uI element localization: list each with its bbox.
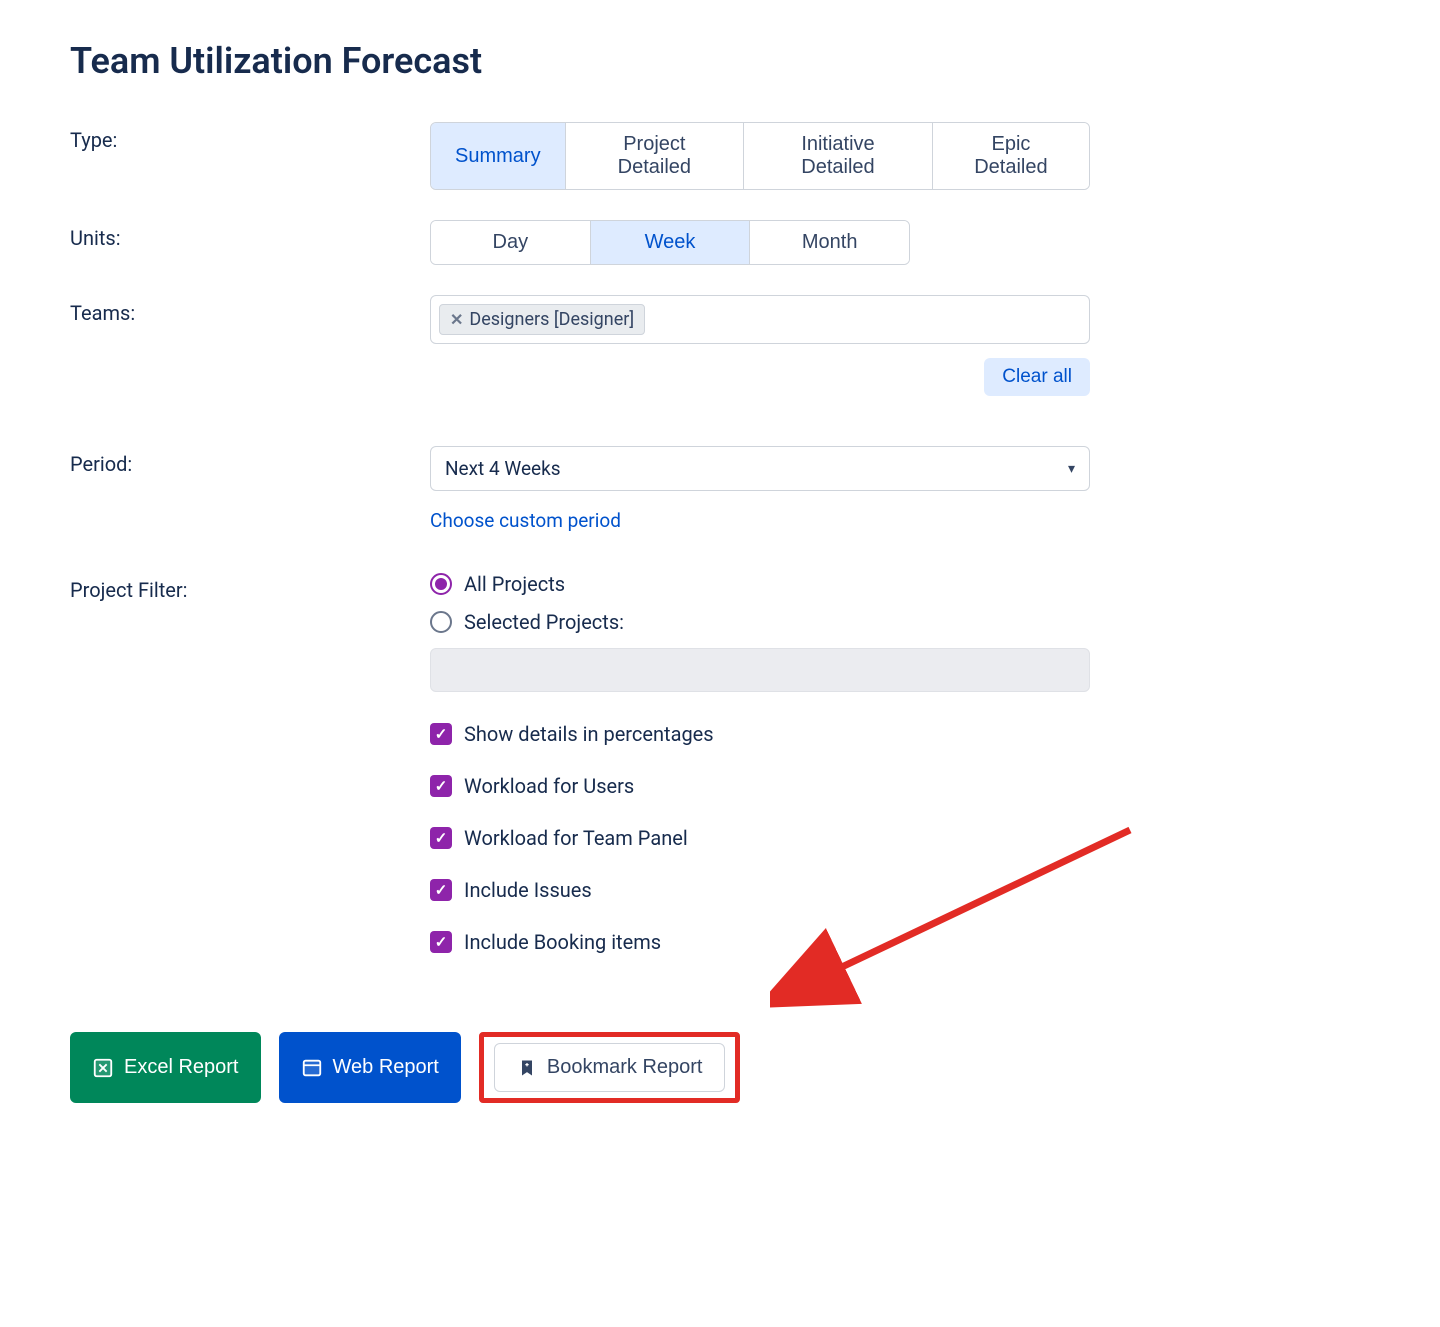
bookmark-report-label: Bookmark Report (547, 1056, 703, 1079)
clear-all-button[interactable]: Clear all (984, 358, 1090, 396)
type-button-group: Summary Project Detailed Initiative Deta… (430, 122, 1090, 190)
type-option-summary[interactable]: Summary (431, 123, 566, 189)
annotation-highlight: Bookmark Report (479, 1032, 741, 1103)
checkbox-percentages[interactable]: ✓ Show details in percentages (430, 722, 1090, 746)
web-report-label: Web Report (333, 1056, 439, 1079)
excel-report-label: Excel Report (124, 1056, 239, 1079)
radio-icon (430, 573, 452, 595)
type-option-epic-detailed[interactable]: Epic Detailed (933, 123, 1089, 189)
checkmark-icon: ✓ (430, 723, 452, 745)
units-option-day[interactable]: Day (431, 221, 591, 264)
checkbox-percentages-label: Show details in percentages (464, 722, 714, 746)
checkbox-include-issues[interactable]: ✓ Include Issues (430, 878, 1090, 902)
web-report-button[interactable]: Web Report (279, 1032, 461, 1103)
browser-icon (301, 1057, 323, 1079)
checkbox-include-booking[interactable]: ✓ Include Booking items (430, 930, 1090, 954)
period-select[interactable]: Next 4 Weeks ▾ (430, 446, 1090, 491)
type-option-initiative-detailed[interactable]: Initiative Detailed (744, 123, 933, 189)
label-type: Type: (70, 122, 430, 152)
units-option-month[interactable]: Month (750, 221, 909, 264)
chevron-down-icon: ▾ (1068, 461, 1075, 477)
team-tag-label: Designers [Designer] (469, 309, 634, 330)
bookmark-icon (517, 1058, 537, 1078)
checkbox-workload-team[interactable]: ✓ Workload for Team Panel (430, 826, 1090, 850)
bookmark-report-button[interactable]: Bookmark Report (494, 1043, 726, 1092)
radio-all-projects[interactable]: All Projects (430, 572, 1090, 596)
teams-input[interactable]: ✕ Designers [Designer] (430, 295, 1090, 344)
checkmark-icon: ✓ (430, 879, 452, 901)
excel-icon (92, 1057, 114, 1079)
label-period: Period: (70, 446, 430, 476)
checkbox-include-issues-label: Include Issues (464, 878, 592, 902)
radio-selected-projects-label: Selected Projects: (464, 610, 624, 634)
label-project-filter: Project Filter: (70, 572, 430, 602)
checkmark-icon: ✓ (430, 827, 452, 849)
choose-custom-period-link[interactable]: Choose custom period (430, 509, 621, 532)
units-button-group: Day Week Month (430, 220, 910, 265)
radio-icon (430, 611, 452, 633)
label-teams: Teams: (70, 295, 430, 325)
checkmark-icon: ✓ (430, 931, 452, 953)
period-selected-value: Next 4 Weeks (445, 457, 561, 480)
units-option-week[interactable]: Week (591, 221, 751, 264)
checkbox-workload-users-label: Workload for Users (464, 774, 634, 798)
type-option-project-detailed[interactable]: Project Detailed (566, 123, 745, 189)
remove-tag-icon[interactable]: ✕ (450, 310, 463, 329)
team-tag: ✕ Designers [Designer] (439, 304, 645, 335)
radio-all-projects-label: All Projects (464, 572, 565, 596)
checkbox-include-booking-label: Include Booking items (464, 930, 661, 954)
excel-report-button[interactable]: Excel Report (70, 1032, 261, 1103)
checkbox-workload-team-label: Workload for Team Panel (464, 826, 688, 850)
page-title: Team Utilization Forecast (70, 40, 1370, 82)
radio-selected-projects[interactable]: Selected Projects: (430, 610, 1090, 634)
checkbox-workload-users[interactable]: ✓ Workload for Users (430, 774, 1090, 798)
selected-projects-input (430, 648, 1090, 692)
label-units: Units: (70, 220, 430, 250)
checkmark-icon: ✓ (430, 775, 452, 797)
